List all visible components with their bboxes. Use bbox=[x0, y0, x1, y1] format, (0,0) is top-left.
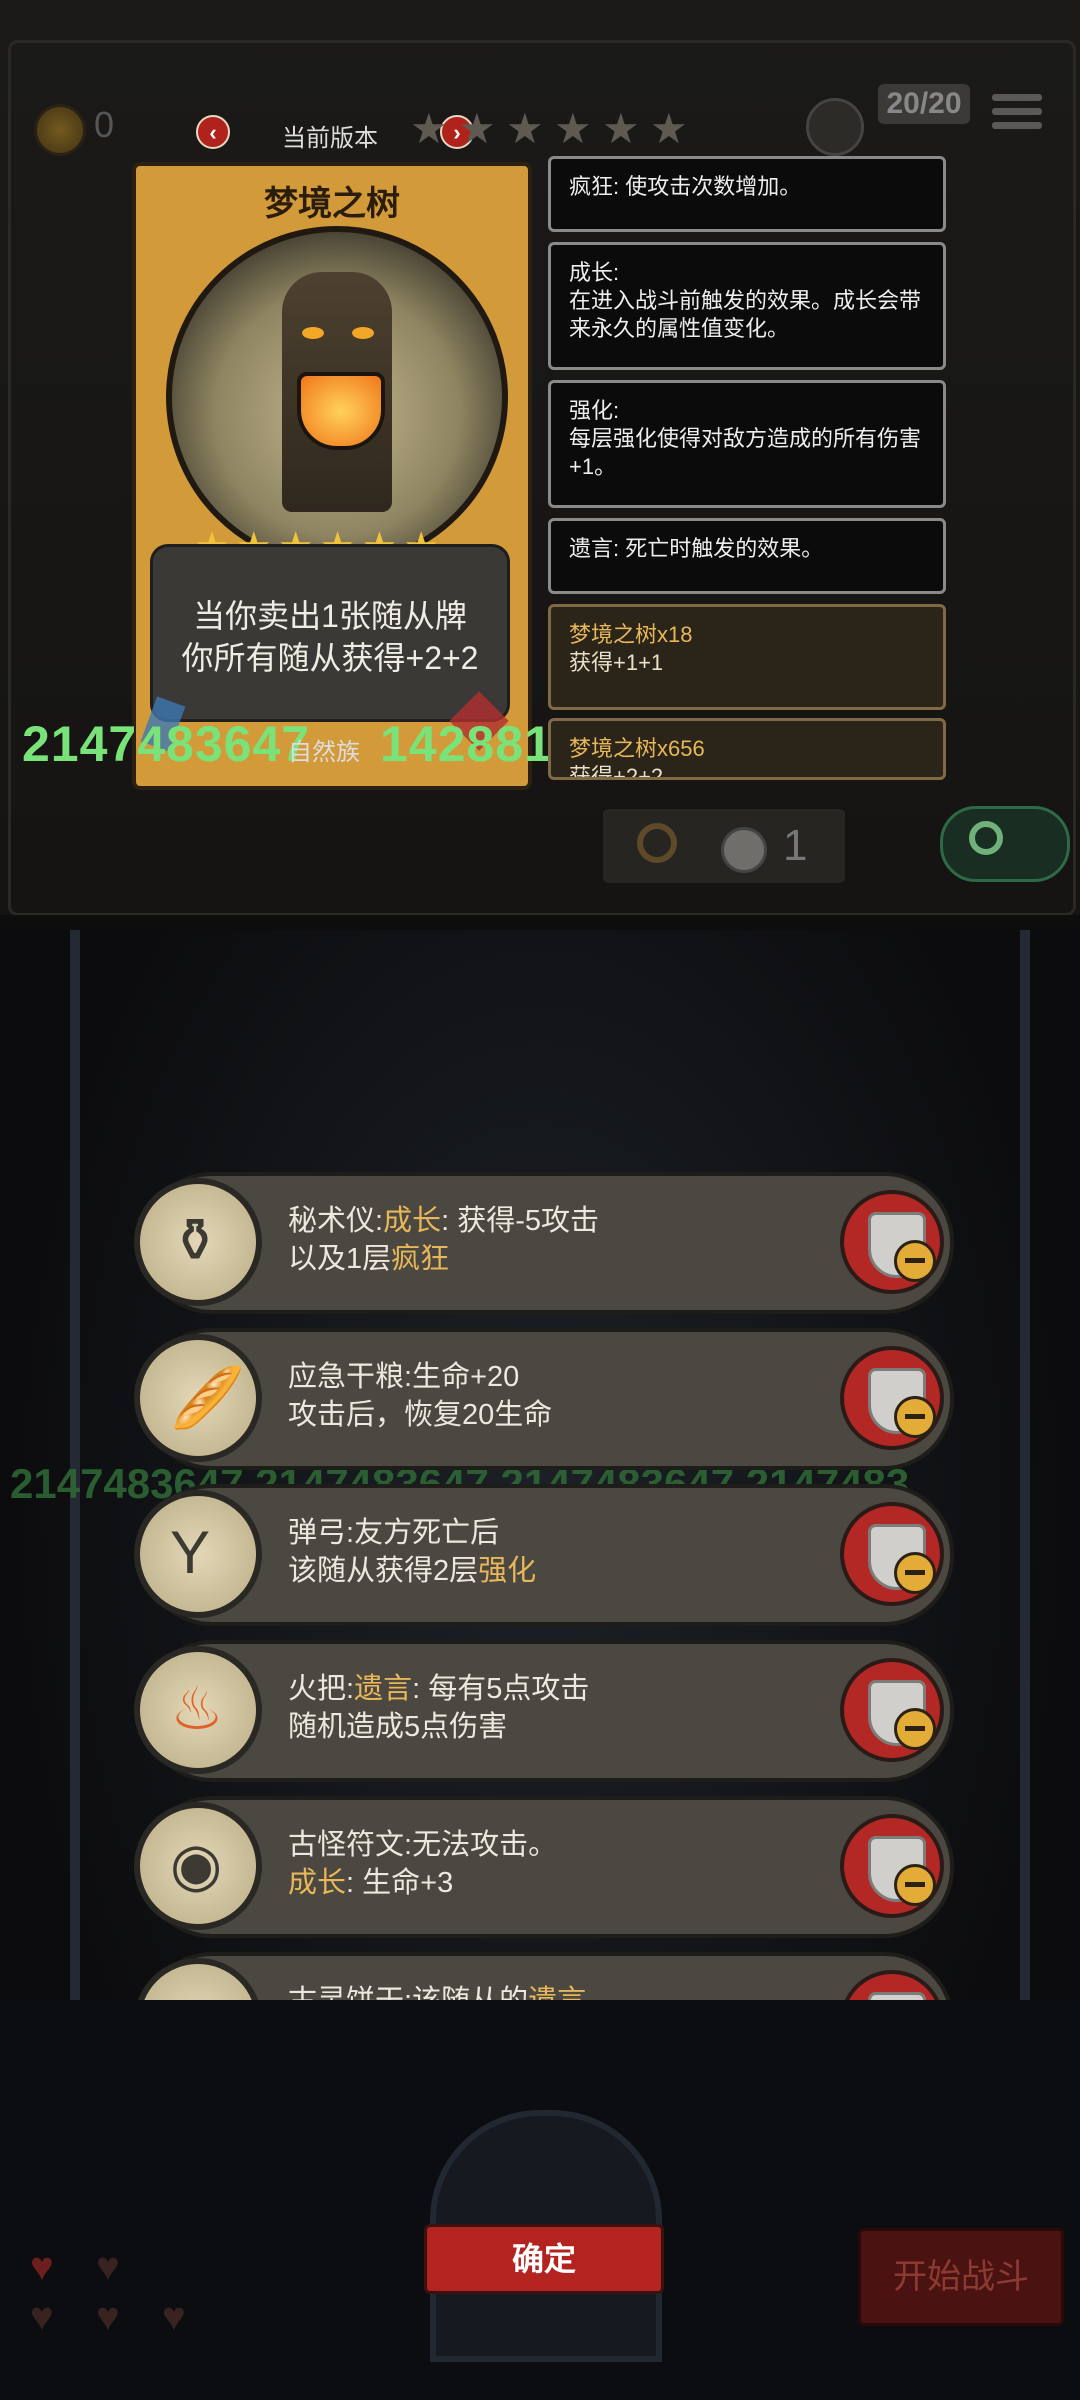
heart-icon: ♥ bbox=[96, 2245, 120, 2289]
list-item[interactable]: ◉ 古怪符文:无法攻击。 成长: 生命+3 bbox=[128, 1796, 954, 1938]
keyword-empower: 强化: 每层强化使得对敌方造成的所有伤害+1。 bbox=[548, 380, 946, 508]
prev-version-button[interactable]: ‹ bbox=[196, 115, 230, 149]
torch-icon: ♨ bbox=[134, 1646, 262, 1774]
slingshot-icon: Y bbox=[134, 1490, 262, 1618]
keyword-body: 每层强化使得对敌方造成的所有伤害+1。 bbox=[569, 426, 922, 479]
keyword-title: 成长: bbox=[569, 260, 620, 285]
coin-count: 0 bbox=[94, 104, 115, 145]
star-icon: ★ bbox=[410, 105, 448, 152]
heart-icon: ♥ bbox=[30, 2295, 54, 2339]
keyword-frenzy: 疯狂: 使攻击次数增加。 bbox=[548, 156, 946, 232]
start-battle-button[interactable]: 开始战斗 bbox=[858, 2228, 1064, 2326]
confirm-button[interactable]: 确定 bbox=[424, 2224, 664, 2294]
keyword-highlight: 强化 bbox=[478, 1555, 537, 1587]
minion-detail-panel: 0 ‹ 当前版本 › ★ ★ ★ ★ ★ ★ 20/20 梦境之树 ★★★★★★… bbox=[0, 0, 1080, 915]
keyword-title: 强化: bbox=[569, 398, 620, 423]
tribe-label: 自然族 bbox=[288, 739, 360, 766]
list-item[interactable]: 🥖 应急干粮:生命+20 攻击后，恢复20生命 bbox=[128, 1328, 954, 1470]
dream-tree-portrait-icon bbox=[166, 226, 508, 568]
coin-icon bbox=[34, 104, 86, 156]
keyword-highlight: 成长 bbox=[383, 1205, 442, 1237]
item-name: 弹弓 bbox=[288, 1517, 347, 1549]
keyword-highlight: 遗言 bbox=[354, 1673, 413, 1705]
remove-item-button[interactable] bbox=[840, 1190, 944, 1294]
list-item[interactable]: ♨ 火把:遗言: 每有5点攻击 随机造成5点伤害 bbox=[128, 1640, 954, 1782]
item-name: 火把 bbox=[288, 1673, 347, 1705]
coin-icon bbox=[721, 827, 767, 873]
stack-entry-body: 获得+2+2 bbox=[569, 764, 664, 780]
rune-stone-icon: ◉ bbox=[134, 1802, 262, 1930]
remove-item-button[interactable] bbox=[840, 1502, 944, 1606]
version-label: 当前版本 bbox=[282, 125, 378, 152]
minus-icon bbox=[894, 1396, 936, 1438]
stack-entry-title: 梦境之树x18 bbox=[569, 622, 693, 647]
heart-icon: ♥ bbox=[96, 2295, 120, 2339]
star-icon: ★ bbox=[602, 105, 640, 152]
equipment-list-panel: 2147483647 2147483647 2147483647 2147483… bbox=[0, 930, 1080, 2400]
stack-entry-body: 获得+1+1 bbox=[569, 650, 664, 675]
card-title: 梦境之树 bbox=[264, 185, 400, 223]
refresh-cost: 1 bbox=[783, 821, 808, 870]
card-description-line: 你所有随从获得+2+2 bbox=[181, 640, 479, 676]
list-item[interactable]: ⚱ 秘术仪:成长: 获得-5攻击 以及1层疯狂 bbox=[128, 1172, 954, 1314]
stack-entry: 梦境之树x656 获得+2+2 bbox=[548, 718, 946, 780]
minus-icon bbox=[894, 1240, 936, 1282]
star-icon: ★ bbox=[458, 105, 496, 152]
heart-icon: ♥ bbox=[162, 2295, 186, 2339]
minus-icon bbox=[894, 1552, 936, 1594]
player-avatar-icon[interactable] bbox=[806, 98, 864, 156]
refresh-icon[interactable] bbox=[637, 823, 677, 863]
keyword-growth: 成长: 在进入战斗前触发的效果。成长会带来永久的属性值变化。 bbox=[548, 242, 946, 370]
item-name: 古怪符文 bbox=[288, 1829, 405, 1861]
ritual-altar-icon: ⚱ bbox=[134, 1178, 262, 1306]
item-name: 应急干粮 bbox=[288, 1361, 405, 1393]
star-icon: ★ bbox=[506, 105, 544, 152]
card-description-box: 当你卖出1张随从牌 你所有随从获得+2+2 bbox=[150, 544, 510, 722]
keyword-body: 在进入战斗前触发的效果。成长会带来永久的属性值变化。 bbox=[569, 288, 922, 341]
keyword-deathrattle: 遗言: 死亡时触发的效果。 bbox=[548, 518, 946, 594]
heart-icon: ♥ bbox=[30, 2245, 54, 2289]
minus-icon bbox=[894, 1708, 936, 1750]
card-description-line: 当你卖出1张随从牌 bbox=[193, 598, 467, 634]
search-button[interactable] bbox=[940, 806, 1070, 882]
star-icon: ★ bbox=[554, 105, 592, 152]
menu-icon[interactable] bbox=[992, 94, 1042, 136]
keyword-highlight: 成长 bbox=[288, 1867, 347, 1899]
keyword-highlight: 疯狂 bbox=[391, 1243, 450, 1275]
stack-entry-title: 梦境之树x656 bbox=[569, 736, 705, 761]
stack-entry: 梦境之树x18 获得+1+1 bbox=[548, 604, 946, 710]
keyword-title: 遗言: 死亡时触发的效果。 bbox=[569, 536, 824, 561]
health-value: 142881 bbox=[380, 716, 553, 772]
star-icon: ★ bbox=[650, 105, 688, 152]
ration-pack-icon: 🥖 bbox=[134, 1334, 262, 1462]
remove-item-button[interactable] bbox=[840, 1346, 944, 1450]
refresh-bar[interactable]: 1 bbox=[600, 806, 848, 886]
keyword-title: 疯狂: 使攻击次数增加。 bbox=[569, 174, 802, 199]
attack-value: 2147483647 bbox=[22, 716, 311, 772]
list-item[interactable]: Y 弹弓:友方死亡后 该随从获得2层强化 bbox=[128, 1484, 954, 1626]
remove-item-button[interactable] bbox=[840, 1658, 944, 1762]
minus-icon bbox=[894, 1864, 936, 1906]
minion-count-badge: 20/20 bbox=[876, 82, 972, 126]
search-icon bbox=[969, 821, 1003, 855]
item-name: 秘术仪 bbox=[288, 1205, 376, 1237]
remove-item-button[interactable] bbox=[840, 1814, 944, 1918]
